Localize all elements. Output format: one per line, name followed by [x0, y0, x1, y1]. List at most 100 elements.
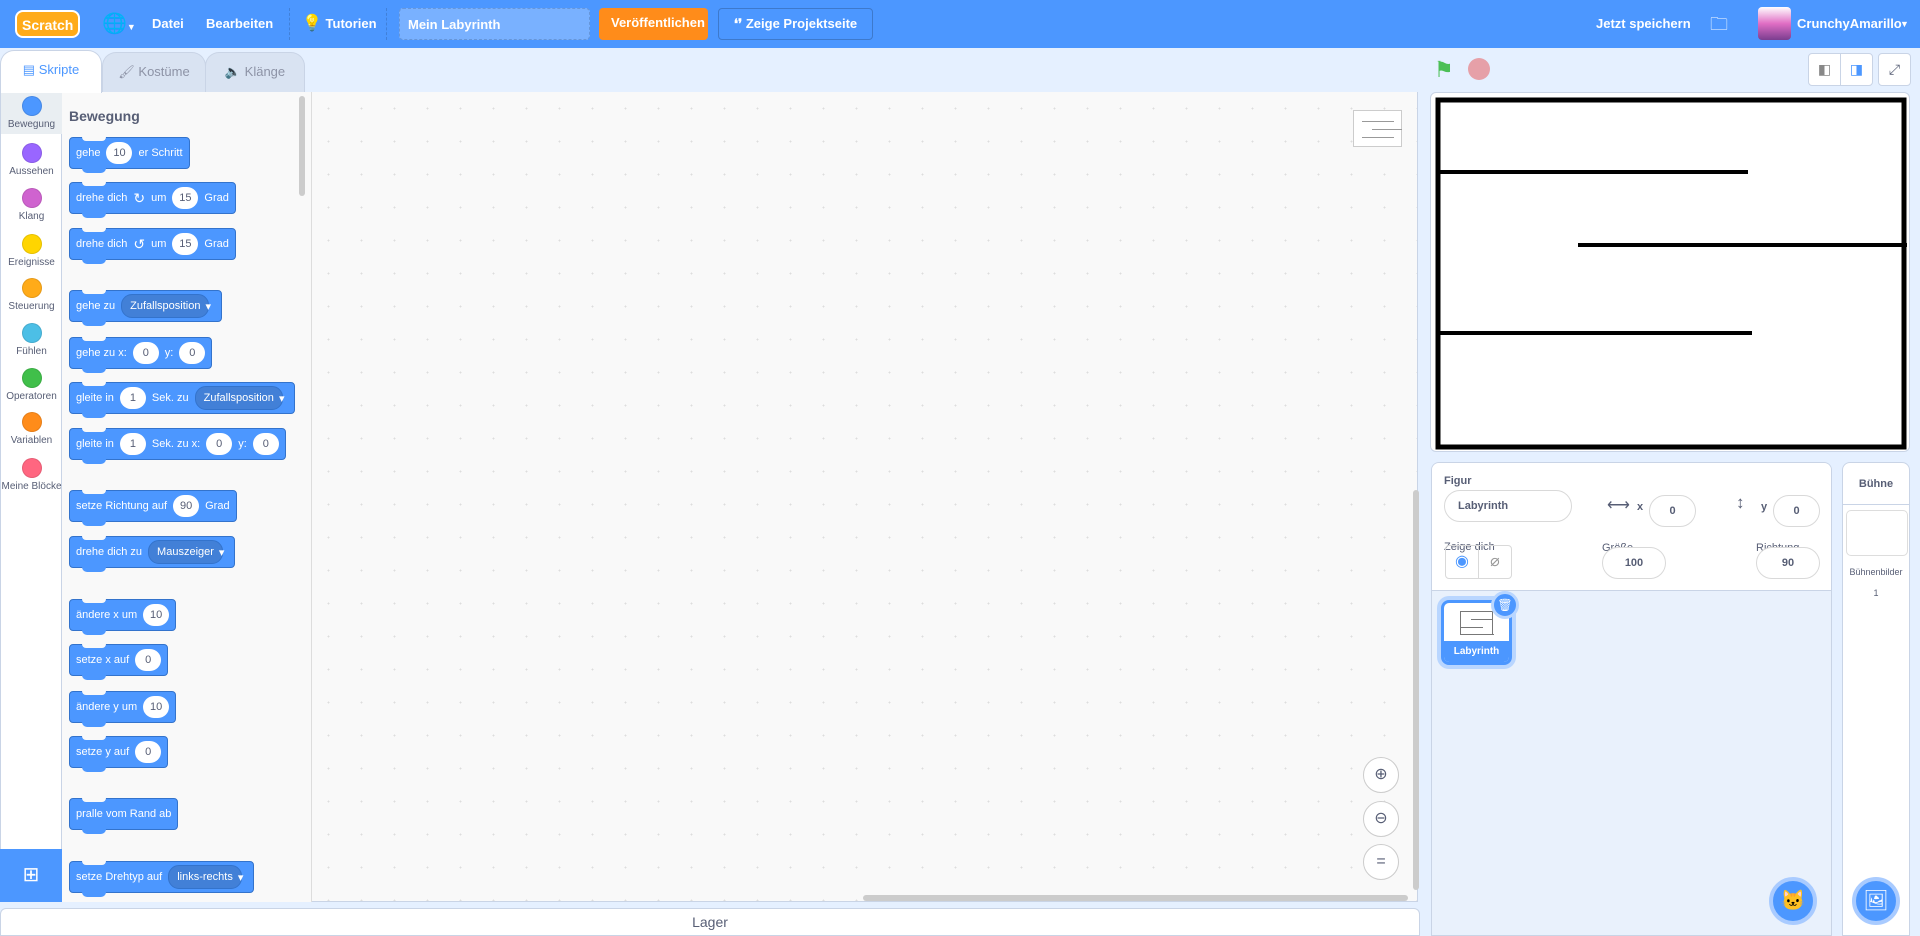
number-input[interactable]: 0 — [252, 433, 279, 455]
number-input[interactable]: 10 — [143, 604, 170, 626]
sprite-thumbnail — [1460, 611, 1494, 635]
vertical-scrollbar[interactable] — [1413, 490, 1419, 890]
script-area[interactable]: ⊕ ⊖ = — [312, 92, 1419, 902]
motion-block[interactable]: ändere x um 10 — [69, 599, 177, 635]
category-ereignisse[interactable]: Ereignisse — [1, 234, 62, 268]
hide-sprite-button[interactable]: ⌀ — [1478, 545, 1512, 579]
category-operatoren[interactable]: Operatoren — [1, 368, 62, 402]
dropdown[interactable]: Zufallsposition — [194, 386, 283, 410]
stop-icon[interactable] — [1468, 58, 1490, 80]
fullscreen-button[interactable]: ⤢ — [1878, 53, 1911, 86]
small-stage-button[interactable]: ◧ — [1808, 53, 1841, 86]
sprite-name-input[interactable] — [1444, 490, 1572, 522]
y-input[interactable] — [1773, 495, 1820, 527]
motion-block[interactable]: drehe dich ↻ um 15 Grad — [69, 182, 236, 218]
reset-zoom-button[interactable]: = — [1363, 844, 1399, 880]
stage-selector[interactable]: Bühne Bühnenbilder 1 🖼 — [1842, 462, 1910, 936]
number-input[interactable]: 15 — [172, 233, 199, 255]
category-fühlen[interactable]: Fühlen — [1, 323, 62, 357]
number-input[interactable]: 0 — [206, 433, 233, 455]
number-input[interactable]: 90 — [173, 495, 200, 517]
number-input[interactable]: 1 — [119, 387, 146, 409]
maze-border — [1435, 97, 1907, 450]
stage-title: Bühne — [1843, 463, 1909, 505]
number-input[interactable]: 0 — [135, 741, 162, 763]
avatar[interactable] — [1758, 7, 1791, 40]
category-menu: Bewegung Aussehen Klang Ereignisse Steuerung… — [0, 92, 62, 902]
block-text: setze y auf — [76, 746, 130, 758]
horizontal-scrollbar[interactable] — [863, 895, 1408, 901]
edit-menu[interactable]: Bearbeiten — [206, 0, 273, 48]
motion-block[interactable]: gehe 10 er Schritt — [69, 137, 190, 173]
motion-block[interactable]: ändere y um 10 — [69, 691, 177, 727]
motion-block[interactable]: setze Richtung auf 90 Grad — [69, 490, 237, 526]
username-menu[interactable]: CrunchyAmarillo — [1797, 0, 1902, 48]
category-klang[interactable]: Klang — [1, 188, 62, 222]
number-input[interactable]: 15 — [172, 187, 199, 209]
motion-block[interactable]: drehe dich zu Mauszeiger ▾ — [69, 536, 236, 572]
category-aussehen[interactable]: Aussehen — [1, 143, 62, 177]
project-title-input[interactable] — [399, 8, 590, 40]
zoom-out-button[interactable]: ⊖ — [1363, 801, 1399, 837]
choose-backdrop-button[interactable]: 🖼 — [1852, 877, 1900, 925]
file-menu[interactable]: Datei — [152, 0, 184, 48]
zoom-in-button[interactable]: ⊕ — [1363, 757, 1399, 793]
dropdown[interactable]: links-rechts — [168, 865, 242, 889]
category-meine-blöcke[interactable]: Meine Blöcke — [1, 458, 62, 492]
motion-block[interactable]: gehe zu Zufallsposition ▾ — [69, 290, 223, 326]
speaker-icon: 🔈 — [224, 64, 242, 79]
dropdown[interactable]: Mauszeiger — [148, 540, 223, 564]
motion-block[interactable]: gleite in 1 Sek. zu Zufallsposition ▾ — [69, 382, 296, 418]
x-input[interactable] — [1649, 495, 1696, 527]
large-stage-button[interactable]: ◨ — [1840, 53, 1873, 86]
category-bewegung[interactable]: Bewegung — [1, 92, 62, 134]
tab-scripts[interactable]: ▤ Skripte — [0, 50, 102, 93]
block-text: pralle vom Rand ab — [76, 808, 172, 820]
delete-sprite-button[interactable]: 🗑 — [1491, 591, 1519, 619]
dropdown[interactable]: Zufallsposition — [121, 294, 210, 318]
category-label: Ereignisse — [8, 257, 55, 268]
choose-sprite-button[interactable]: 🐱 — [1769, 877, 1817, 925]
menu-bar: Scratch 🌐▼ Datei Bearbeiten 💡 Tutorien V… — [0, 0, 1920, 48]
category-steuerung[interactable]: Steuerung — [1, 278, 62, 312]
show-sprite-button[interactable]: ◉ — [1445, 545, 1479, 579]
caret-down-icon[interactable]: ▼ — [1900, 0, 1909, 48]
dropdown-caret-icon: ▾ — [237, 871, 244, 884]
green-flag-icon[interactable]: ⚑ — [1434, 57, 1454, 83]
motion-block[interactable]: drehe dich ↺ um 15 Grad — [69, 228, 236, 264]
tab-sounds[interactable]: 🔈 Klänge — [205, 52, 305, 92]
stage[interactable] — [1430, 92, 1910, 452]
motion-block[interactable]: pralle vom Rand ab — [69, 798, 179, 834]
save-now-button[interactable]: Jetzt speichern — [1596, 0, 1691, 48]
motion-block[interactable]: setze x auf 0 — [69, 644, 169, 680]
add-extension-button[interactable]: ⊞ — [0, 849, 62, 902]
size-input[interactable] — [1602, 547, 1666, 579]
number-input[interactable]: 10 — [143, 696, 170, 718]
category-label: Fühlen — [16, 346, 47, 357]
number-input[interactable]: 0 — [135, 649, 162, 671]
scratch-logo[interactable]: Scratch — [15, 10, 81, 38]
category-variablen[interactable]: Variablen — [1, 412, 62, 446]
backpack[interactable]: Lager — [0, 908, 1420, 936]
my-stuff-folder-icon[interactable]: 🗀 — [1710, 0, 1728, 48]
tutorials-button[interactable]: 💡 Tutorien — [302, 0, 377, 48]
large-stage-icon: ◨ — [1849, 61, 1864, 77]
direction-input[interactable] — [1756, 547, 1820, 579]
tab-costumes[interactable]: 🖌 Kostüme — [102, 52, 206, 92]
category-heading: Bewegung — [69, 108, 140, 124]
block-text: um — [151, 238, 167, 250]
motion-block[interactable]: gleite in 1 Sek. zu x: 0 y: 0 — [69, 428, 286, 464]
palette-scrollbar[interactable] — [299, 96, 305, 196]
number-input[interactable]: 0 — [179, 342, 206, 364]
motion-block[interactable]: setze y auf 0 — [69, 736, 169, 772]
see-project-page-button[interactable]: ❛❜ Zeige Projektseite — [718, 8, 873, 40]
motion-block[interactable]: gehe zu x: 0 y: 0 — [69, 337, 213, 373]
motion-block[interactable]: setze Drehtyp auf links-rechts ▾ — [69, 861, 255, 897]
brush-icon: 🖌 — [118, 64, 135, 79]
block-text: y: — [238, 438, 247, 450]
share-button[interactable]: Veröffentlichen — [599, 8, 708, 40]
language-globe-icon[interactable]: 🌐▼ — [102, 0, 136, 48]
number-input[interactable]: 1 — [119, 433, 146, 455]
number-input[interactable]: 10 — [106, 142, 133, 164]
number-input[interactable]: 0 — [132, 342, 159, 364]
